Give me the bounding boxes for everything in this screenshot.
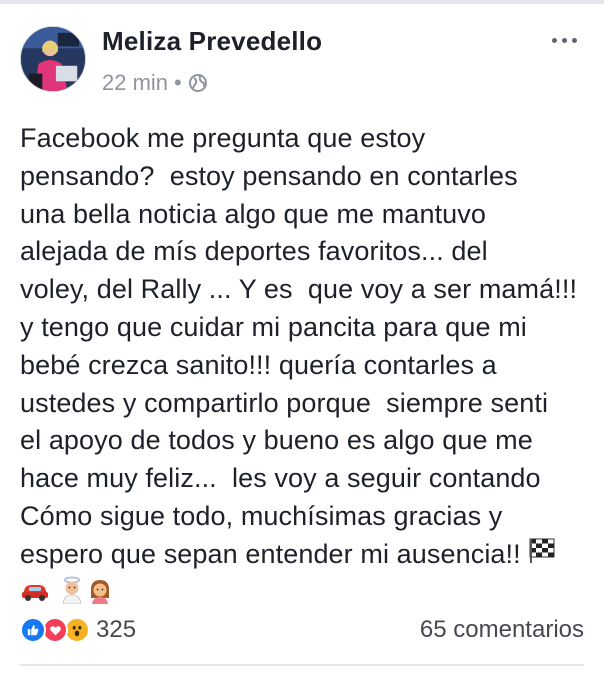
more-options-icon — [551, 37, 557, 43]
checkered-flag-icon — [528, 536, 556, 575]
author-name[interactable]: Meliza Prevedello — [102, 26, 322, 57]
post-text-line: una bella noticia algo que me mantuvo — [20, 198, 487, 229]
post-text-line: ustedes y compartirlo porque siempre sen… — [20, 387, 549, 418]
post-timestamp[interactable]: 22 min — [102, 70, 168, 96]
comments-count-link[interactable]: 65 comentarios — [420, 614, 584, 646]
post-text-line: espero que sepan entender mi ausencia!! — [20, 538, 521, 569]
post-text: Facebook me pregunta que estoy pensando?… — [20, 120, 590, 614]
meta-separator: • — [174, 70, 182, 95]
post-text-line: voley, del Rally ... Y es que voy a ser … — [20, 274, 578, 305]
post-text-line: el apoyo de todos y bueno es algo que me — [20, 425, 533, 456]
more-options-icon — [571, 37, 577, 43]
globe-icon[interactable] — [188, 73, 208, 93]
post-text-line: hace muy feliz... les voy a seguir conta… — [20, 463, 541, 494]
post-text-line: Facebook me pregunta que estoy — [20, 123, 426, 153]
post-text-line: Cómo sigue todo, muchísimas gracias y — [20, 500, 503, 531]
baby-angel-icon — [58, 576, 86, 615]
like-icon — [20, 617, 46, 643]
bottom-divider — [20, 664, 584, 666]
post-header: Meliza Prevedello 22 min • — [20, 22, 584, 98]
avatar-image — [21, 27, 85, 91]
red-car-icon — [20, 576, 50, 614]
more-options-button[interactable] — [544, 28, 584, 52]
reaction-count: 325 — [96, 616, 137, 643]
top-divider — [0, 0, 604, 4]
reactions-summary[interactable]: 325 — [20, 614, 136, 646]
post-text-line: y tengo que cuidar mi pancita para que m… — [20, 311, 527, 342]
girl-icon — [86, 576, 114, 615]
post-text-line: alejada de mís deportes favoritos... del — [20, 236, 488, 267]
post-text-line: pensando? estoy pensando en contarles — [20, 160, 518, 191]
more-options-icon — [561, 37, 567, 43]
author-avatar[interactable] — [20, 26, 86, 92]
post-text-line: bebé crezca sanito!!! quería contarles a — [20, 349, 497, 380]
post-meta: 22 min • — [102, 70, 208, 96]
